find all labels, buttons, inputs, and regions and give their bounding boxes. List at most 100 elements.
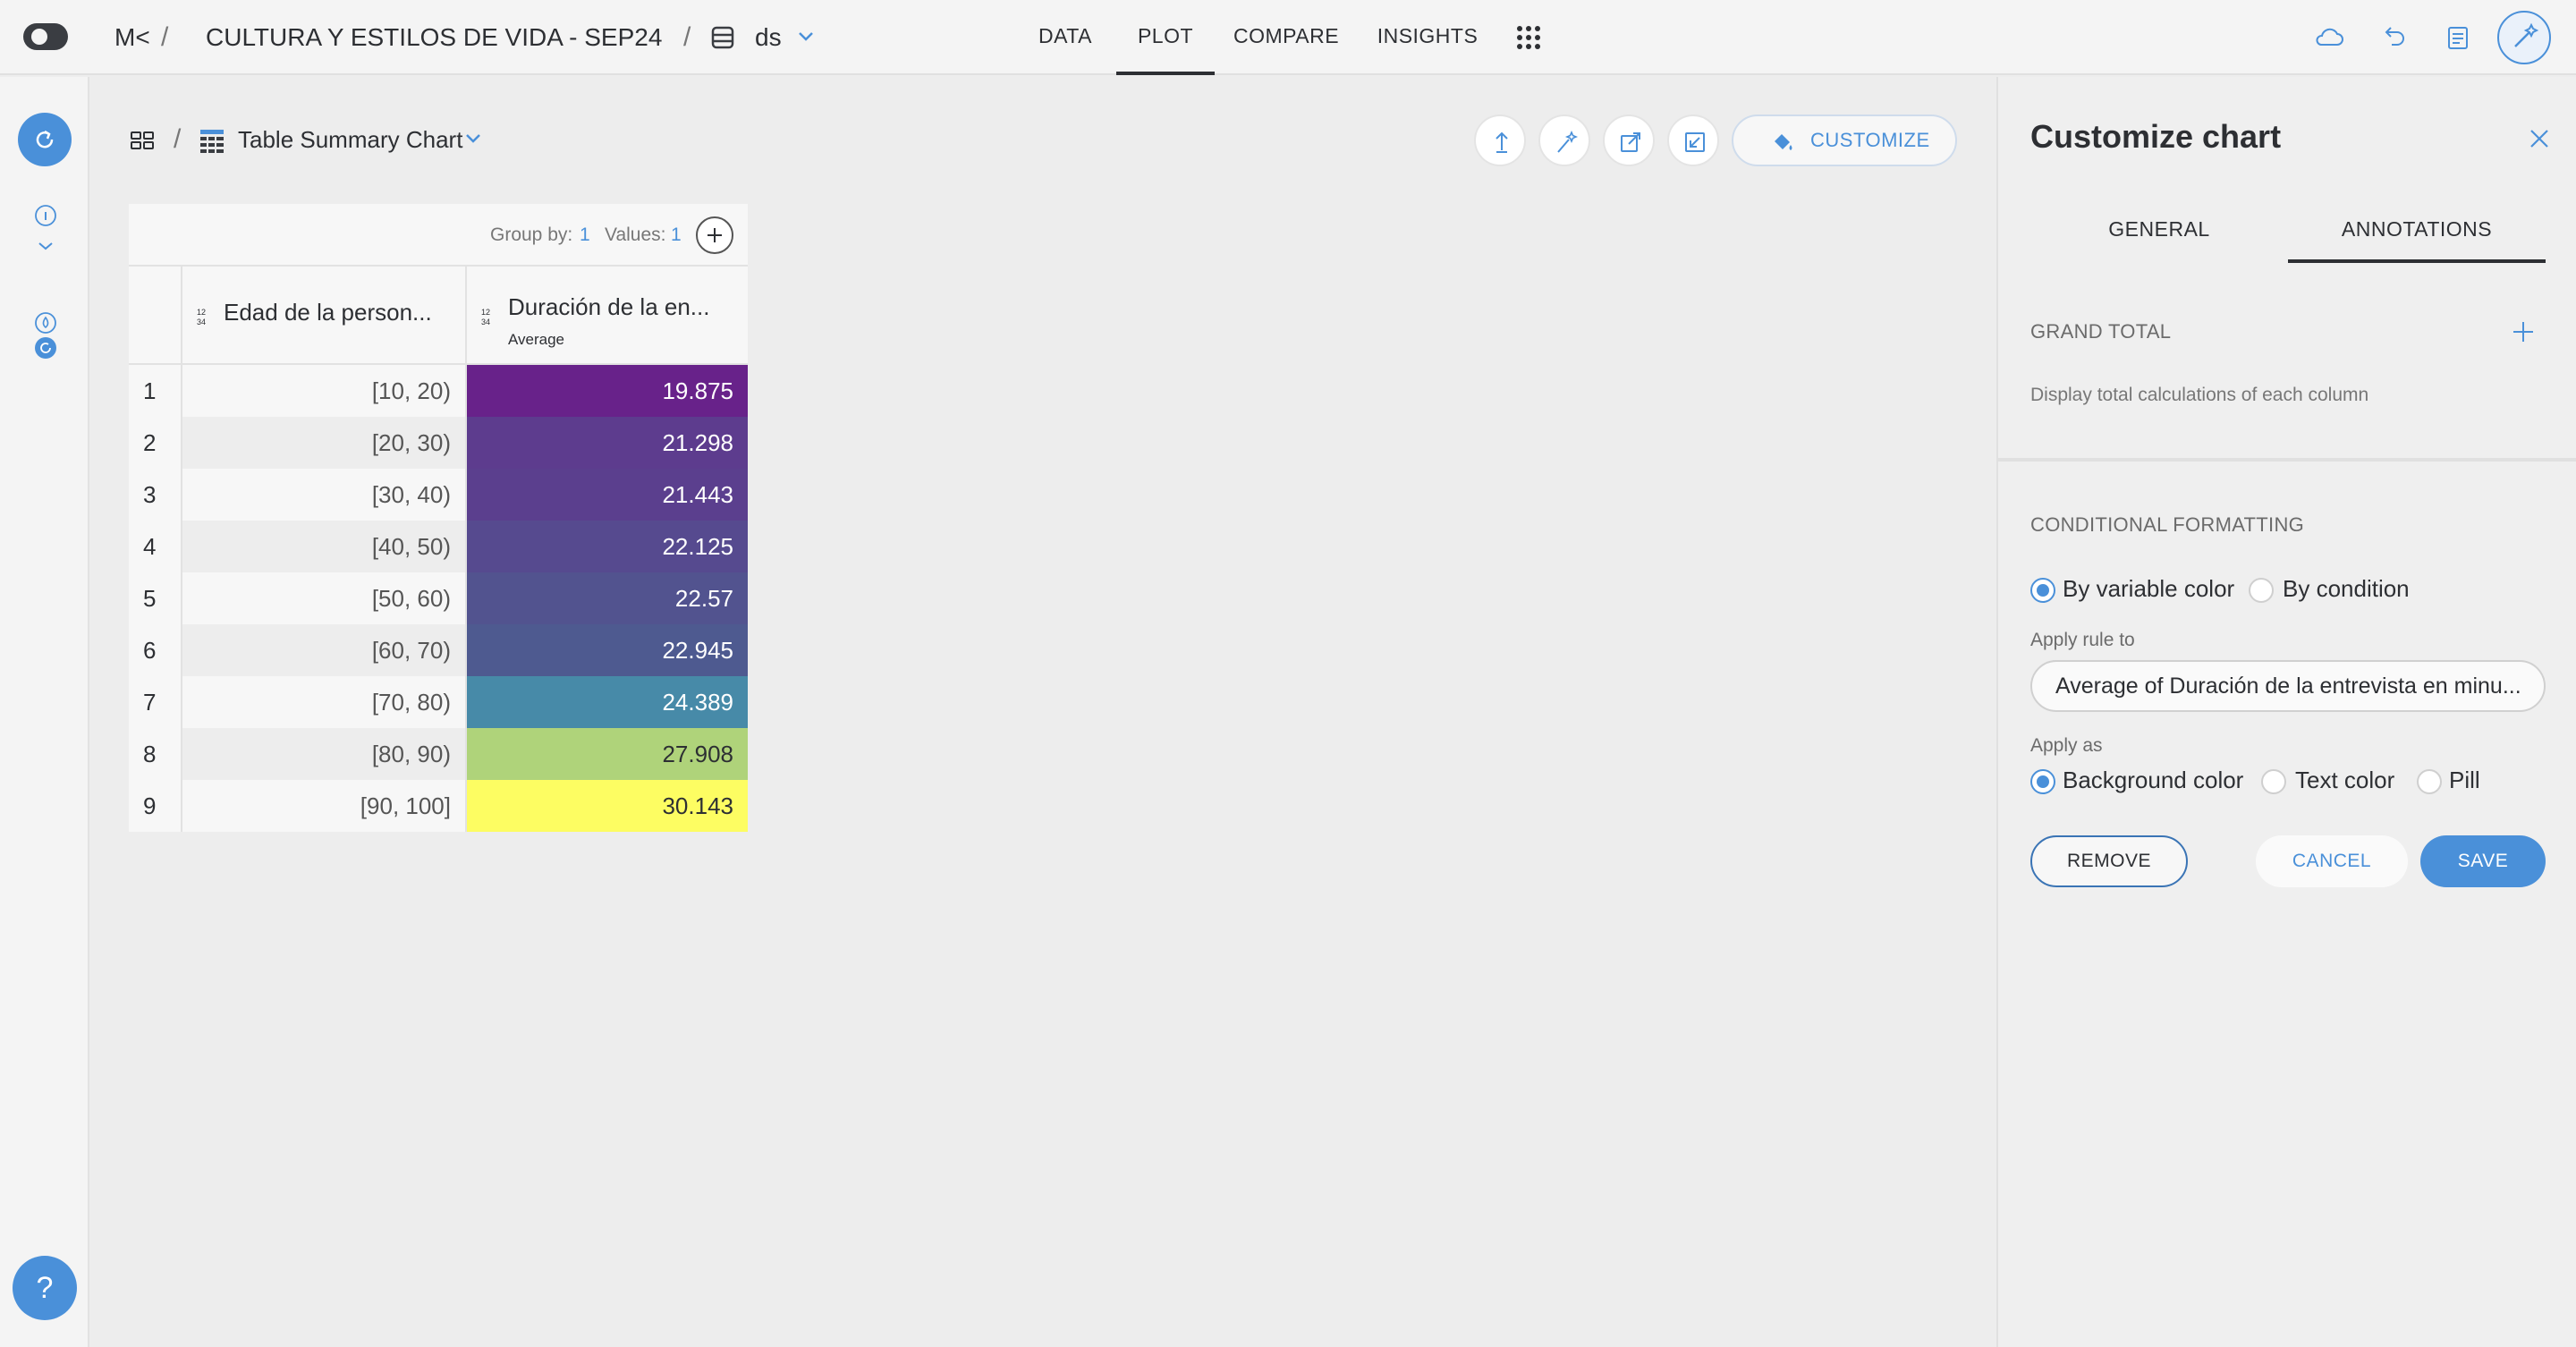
magic-wand-button[interactable]: [2497, 11, 2551, 64]
age-range-cell: [90, 100]: [182, 780, 467, 832]
age-range-cell: [60, 70): [182, 624, 467, 676]
column-header-age[interactable]: 12 34 Edad de la person...: [182, 267, 467, 365]
radio-text-color[interactable]: [2261, 769, 2286, 794]
drop-icon[interactable]: [34, 311, 57, 335]
table-row: 1 [10, 20) 19.875: [129, 365, 748, 417]
divider: [1998, 458, 2576, 462]
age-range-cell: [50, 60): [182, 572, 467, 624]
app-logo-icon[interactable]: [21, 18, 72, 55]
average-duration-cell: 21.443: [467, 469, 748, 521]
info-icon[interactable]: [34, 204, 57, 227]
sparkle-icon: [1557, 130, 1579, 153]
radio-label[interactable]: Background color: [2063, 767, 2243, 794]
row-index: 6: [129, 624, 182, 676]
radio-by-condition[interactable]: [2249, 578, 2274, 603]
index-header: [129, 267, 182, 365]
age-range-cell: [30, 40): [182, 469, 467, 521]
customize-panel: Customize chart GENERAL ANNOTATIONS GRAN…: [1996, 77, 2576, 1347]
close-icon[interactable]: [2528, 127, 2551, 150]
table-row: 9 [90, 100] 30.143: [129, 780, 748, 832]
radio-background-color[interactable]: [2030, 769, 2055, 794]
chevron-down-icon[interactable]: [796, 29, 816, 45]
chart-title[interactable]: Table Summary Chart: [238, 122, 462, 157]
radio-label[interactable]: Text color: [2295, 767, 2394, 794]
average-duration-cell: 24.389: [467, 676, 748, 728]
project-title[interactable]: CULTURA Y ESTILOS DE VIDA - SEP24: [206, 0, 662, 75]
average-duration-cell: 30.143: [467, 780, 748, 832]
column-header-duration[interactable]: 12 34 Duración de la en... Average: [467, 267, 748, 365]
external-link-icon: [1621, 132, 1640, 152]
upload-icon: [1496, 131, 1508, 153]
average-duration-cell: 22.57: [467, 572, 748, 624]
average-duration-cell: 22.945: [467, 624, 748, 676]
breadcrumb-separator: /: [683, 22, 691, 52]
grand-total-description: Display total calculations of each colum…: [2030, 385, 2369, 405]
row-index: 7: [129, 676, 182, 728]
apply-rule-label: Apply rule to: [2030, 630, 2135, 650]
paint-bucket-icon: [1775, 134, 1792, 150]
table-row: 2 [20, 30) 21.298: [129, 417, 748, 469]
average-duration-cell: 27.908: [467, 728, 748, 780]
small-refresh-icon[interactable]: [34, 336, 57, 360]
undo-icon[interactable]: [2376, 20, 2411, 55]
apps-grid-icon[interactable]: [1515, 24, 1542, 51]
add-grand-total-icon[interactable]: [2512, 320, 2535, 343]
save-button[interactable]: SAVE: [2420, 835, 2546, 887]
table-toolbar: Group by: 1 Values: 1: [129, 204, 748, 267]
chevron-down-icon[interactable]: [463, 131, 483, 147]
top-bar: M< / CULTURA Y ESTILOS DE VIDA - SEP24 /…: [0, 0, 2576, 75]
tab-annotations[interactable]: ANNOTATIONS: [2288, 195, 2546, 263]
tab-general[interactable]: GENERAL: [2030, 195, 2288, 263]
dashboard-grid-icon[interactable]: [129, 127, 156, 154]
upload-button[interactable]: [1474, 114, 1526, 166]
age-range-cell: [80, 90): [182, 728, 467, 780]
table-row: 4 [40, 50) 22.125: [129, 521, 748, 572]
column-header-aggregation: Average: [508, 331, 565, 348]
resize-button[interactable]: [1667, 114, 1719, 166]
table-row: 7 [70, 80) 24.389: [129, 676, 748, 728]
customize-label: CUSTOMIZE: [1810, 129, 1930, 151]
customize-button[interactable]: CUSTOMIZE: [1732, 114, 1957, 166]
table-header: 12 34 Edad de la person... 12 34 Duración …: [129, 267, 748, 365]
breadcrumb-separator: /: [174, 124, 182, 154]
chevron-down-icon[interactable]: [34, 234, 57, 258]
values-label: Values:: [605, 224, 666, 245]
open-external-button[interactable]: [1603, 114, 1655, 166]
add-column-button[interactable]: [696, 216, 733, 254]
table-row: 8 [80, 90) 27.908: [129, 728, 748, 780]
table-row: 5 [50, 60) 22.57: [129, 572, 748, 624]
radio-by-variable-color[interactable]: [2030, 578, 2055, 603]
remove-button[interactable]: REMOVE: [2030, 835, 2188, 887]
radio-label[interactable]: By variable color: [2063, 575, 2234, 603]
tab-compare[interactable]: COMPARE: [1229, 0, 1343, 75]
report-icon[interactable]: [2440, 20, 2476, 55]
column-header-label: Edad de la person...: [224, 299, 432, 326]
radio-pill[interactable]: [2417, 769, 2442, 794]
values-count[interactable]: 1: [671, 204, 682, 267]
radio-label[interactable]: Pill: [2449, 767, 2480, 794]
svg-text:12: 12: [197, 308, 206, 317]
home-breadcrumb[interactable]: M<: [114, 0, 150, 75]
sparkle-button[interactable]: [1538, 114, 1590, 166]
resize-icon: [1685, 132, 1705, 152]
left-sidebar: ?: [0, 77, 89, 1347]
apply-rule-select[interactable]: Average of Duración de la entrevista en …: [2030, 660, 2546, 712]
group-by-count[interactable]: 1: [580, 204, 590, 267]
plus-icon: [708, 228, 722, 242]
average-duration-cell: 22.125: [467, 521, 748, 572]
table-row: 6 [60, 70) 22.945: [129, 624, 748, 676]
radio-label[interactable]: By condition: [2283, 575, 2410, 603]
tab-data[interactable]: DATA: [1029, 0, 1102, 75]
apply-as-label: Apply as: [2030, 735, 2103, 756]
dataset-name[interactable]: ds: [755, 0, 782, 75]
row-index: 2: [129, 417, 182, 469]
help-button[interactable]: ?: [13, 1256, 77, 1320]
grand-total-label: GRAND TOTAL: [2030, 320, 2172, 343]
tab-insights[interactable]: INSIGHTS: [1374, 0, 1481, 75]
refresh-button[interactable]: [18, 113, 72, 166]
cloud-icon[interactable]: [2311, 20, 2347, 55]
average-duration-cell: 19.875: [467, 365, 748, 417]
cancel-button[interactable]: CANCEL: [2256, 835, 2408, 887]
row-index: 8: [129, 728, 182, 780]
tab-plot[interactable]: PLOT: [1116, 0, 1215, 75]
